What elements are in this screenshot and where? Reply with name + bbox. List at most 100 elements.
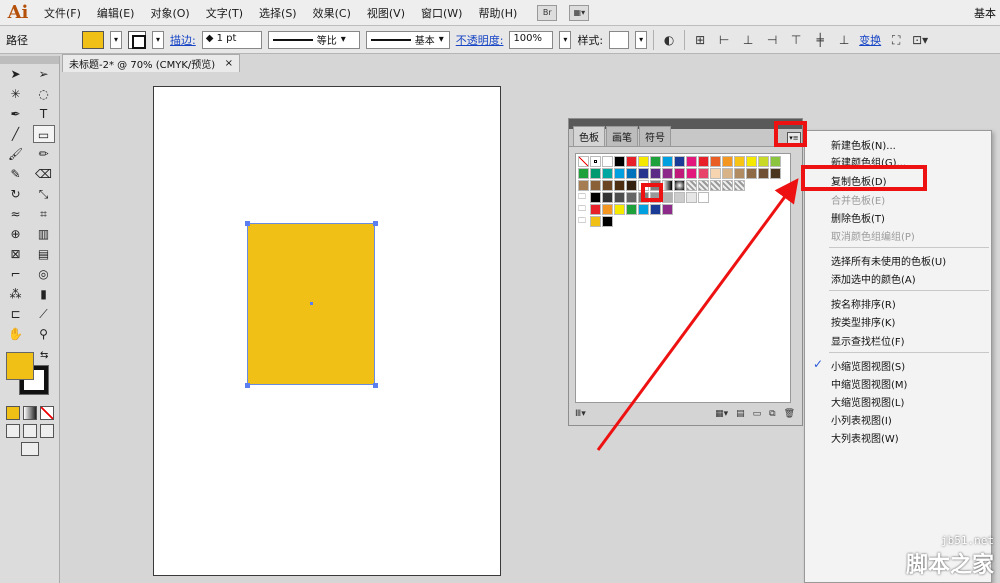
gradient-tool-icon[interactable]: ▤ xyxy=(33,245,55,263)
symbol-sprayer-tool-icon[interactable]: ⁂ xyxy=(5,285,27,303)
menu-effect[interactable]: 效果(C) xyxy=(305,5,359,21)
menu-large-thumbnail-view[interactable]: 大缩览图视图(L) xyxy=(831,394,904,409)
menu-edit[interactable]: 编辑(E) xyxy=(89,5,143,21)
swatch[interactable] xyxy=(674,180,685,191)
swatch[interactable] xyxy=(638,156,649,167)
menu-file[interactable]: 文件(F) xyxy=(36,5,89,21)
swatch[interactable] xyxy=(626,180,637,191)
swatch[interactable] xyxy=(698,156,709,167)
slice-tool-icon[interactable]: ⟋ xyxy=(33,305,55,323)
menu-small-list-view[interactable]: 小列表视图(I) xyxy=(831,412,892,427)
stroke-color-swatch[interactable] xyxy=(128,30,146,49)
perspective-grid-tool-icon[interactable]: ▥ xyxy=(33,225,55,243)
new-swatch-icon[interactable]: ⧉ xyxy=(769,409,775,419)
eyedropper-tool-icon[interactable]: ⌐ xyxy=(5,265,27,283)
menu-select[interactable]: 选择(S) xyxy=(251,5,305,21)
menu-delete-swatch[interactable]: 删除色板(T) xyxy=(831,210,885,225)
swatch[interactable] xyxy=(674,192,685,203)
swap-fill-stroke-icon[interactable]: ⇆ xyxy=(40,350,48,361)
tools-panel-header[interactable] xyxy=(0,56,59,64)
swatch[interactable] xyxy=(626,168,637,179)
lasso-tool-icon[interactable]: ◌ xyxy=(33,85,55,103)
free-transform-tool-icon[interactable]: ⌗ xyxy=(33,205,55,223)
draw-normal-icon[interactable] xyxy=(5,424,20,438)
direct-selection-tool-icon[interactable]: ➢ xyxy=(33,65,55,83)
warp-tool-icon[interactable]: ≈ xyxy=(5,205,27,223)
swatch[interactable] xyxy=(698,180,709,191)
variable-width-profile[interactable]: 等比 ▾ xyxy=(267,30,360,49)
swatch[interactable] xyxy=(746,156,757,167)
swatch[interactable] xyxy=(770,168,781,179)
none-mode-icon[interactable] xyxy=(39,406,54,420)
swatch[interactable] xyxy=(770,156,781,167)
screen-mode-icon[interactable] xyxy=(20,442,39,456)
swatch[interactable] xyxy=(590,180,601,191)
swatch[interactable] xyxy=(638,168,649,179)
zoom-tool-icon[interactable]: ⚲ xyxy=(33,325,55,343)
swatch[interactable] xyxy=(722,156,733,167)
color-group-folder-icon[interactable]: 🗀 xyxy=(578,192,589,203)
swatch[interactable] xyxy=(602,156,613,167)
new-color-group-icon[interactable]: ▭ xyxy=(753,409,762,419)
swatch[interactable] xyxy=(626,156,637,167)
graphic-style-swatch[interactable] xyxy=(609,30,630,49)
swatch[interactable] xyxy=(686,156,697,167)
stroke-dropdown-icon[interactable]: ▾ xyxy=(152,30,164,49)
eraser-tool-icon[interactable]: ⌫ xyxy=(33,165,55,183)
rectangle-tool-icon[interactable]: ▭ xyxy=(32,125,55,143)
swatch[interactable] xyxy=(602,216,613,227)
swatch[interactable] xyxy=(662,192,673,203)
swatch[interactable] xyxy=(638,204,649,215)
tab-swatches[interactable]: 色板 xyxy=(573,126,605,146)
style-dropdown-icon[interactable]: ▾ xyxy=(635,30,648,49)
stroke-weight-field[interactable]: ◆ 1 pt xyxy=(201,30,262,49)
blend-tool-icon[interactable]: ◎ xyxy=(33,265,55,283)
anchor-point-bottom-left[interactable] xyxy=(245,383,250,388)
tab-brushes[interactable]: 画笔 xyxy=(606,126,638,146)
swatch[interactable] xyxy=(710,180,721,191)
pen-tool-icon[interactable]: ✒ xyxy=(5,105,27,123)
anchor-point-top-right[interactable] xyxy=(373,221,378,226)
hand-tool-icon[interactable]: ✋ xyxy=(5,325,27,343)
document-tab[interactable]: 未标题-2* @ 70% (CMYK/预览) × xyxy=(62,54,240,72)
swatch[interactable] xyxy=(650,168,661,179)
menu-add-selected-colors[interactable]: 添加选中的颜色(A) xyxy=(831,271,916,286)
align-center-icon[interactable]: ⊥ xyxy=(739,31,757,49)
swatch[interactable] xyxy=(662,180,673,191)
opacity-link[interactable]: 不透明度: xyxy=(456,32,504,48)
align-left-icon[interactable]: ⊢ xyxy=(715,31,733,49)
swatch[interactable] xyxy=(602,204,613,215)
blob-brush-tool-icon[interactable]: ✎ xyxy=(5,165,27,183)
swatch[interactable] xyxy=(734,156,745,167)
swatch[interactable] xyxy=(698,192,709,203)
menu-view[interactable]: 视图(V) xyxy=(359,5,413,21)
paintbrush-tool-icon[interactable]: 🖌 xyxy=(5,145,27,163)
menu-sort-by-kind[interactable]: 按类型排序(K) xyxy=(831,314,895,329)
type-tool-icon[interactable]: T xyxy=(33,105,55,123)
swatch[interactable] xyxy=(674,168,685,179)
color-group-folder-icon[interactable]: 🗀 xyxy=(578,204,589,215)
fill-color-box[interactable] xyxy=(6,352,34,380)
isolate-icon[interactable]: ⛶ xyxy=(887,31,905,49)
swatch[interactable] xyxy=(578,168,589,179)
fill-color-swatch[interactable] xyxy=(82,30,104,49)
swatch[interactable] xyxy=(602,168,613,179)
menu-type[interactable]: 文字(T) xyxy=(198,5,251,21)
opacity-field[interactable]: 100% xyxy=(509,30,554,49)
scale-tool-icon[interactable]: ⤡ xyxy=(33,185,55,203)
arrange-documents-icon[interactable]: ▦▾ xyxy=(569,4,590,21)
shape-builder-tool-icon[interactable]: ⊕ xyxy=(5,225,27,243)
swatch[interactable] xyxy=(590,204,601,215)
align-to-icon[interactable]: ⊞ xyxy=(691,31,709,49)
selection-tool-icon[interactable]: ➤ xyxy=(5,65,27,83)
swatch[interactable] xyxy=(722,168,733,179)
swatch[interactable] xyxy=(710,156,721,167)
column-graph-tool-icon[interactable]: ▮ xyxy=(33,285,55,303)
menu-large-list-view[interactable]: 大列表视图(W) xyxy=(831,430,899,445)
stroke-link[interactable]: 描边: xyxy=(170,32,196,48)
swatch[interactable] xyxy=(698,168,709,179)
rotate-tool-icon[interactable]: ↻ xyxy=(5,185,27,203)
swatch[interactable] xyxy=(662,168,673,179)
swatch[interactable] xyxy=(686,192,697,203)
gradient-mode-icon[interactable] xyxy=(22,406,37,420)
